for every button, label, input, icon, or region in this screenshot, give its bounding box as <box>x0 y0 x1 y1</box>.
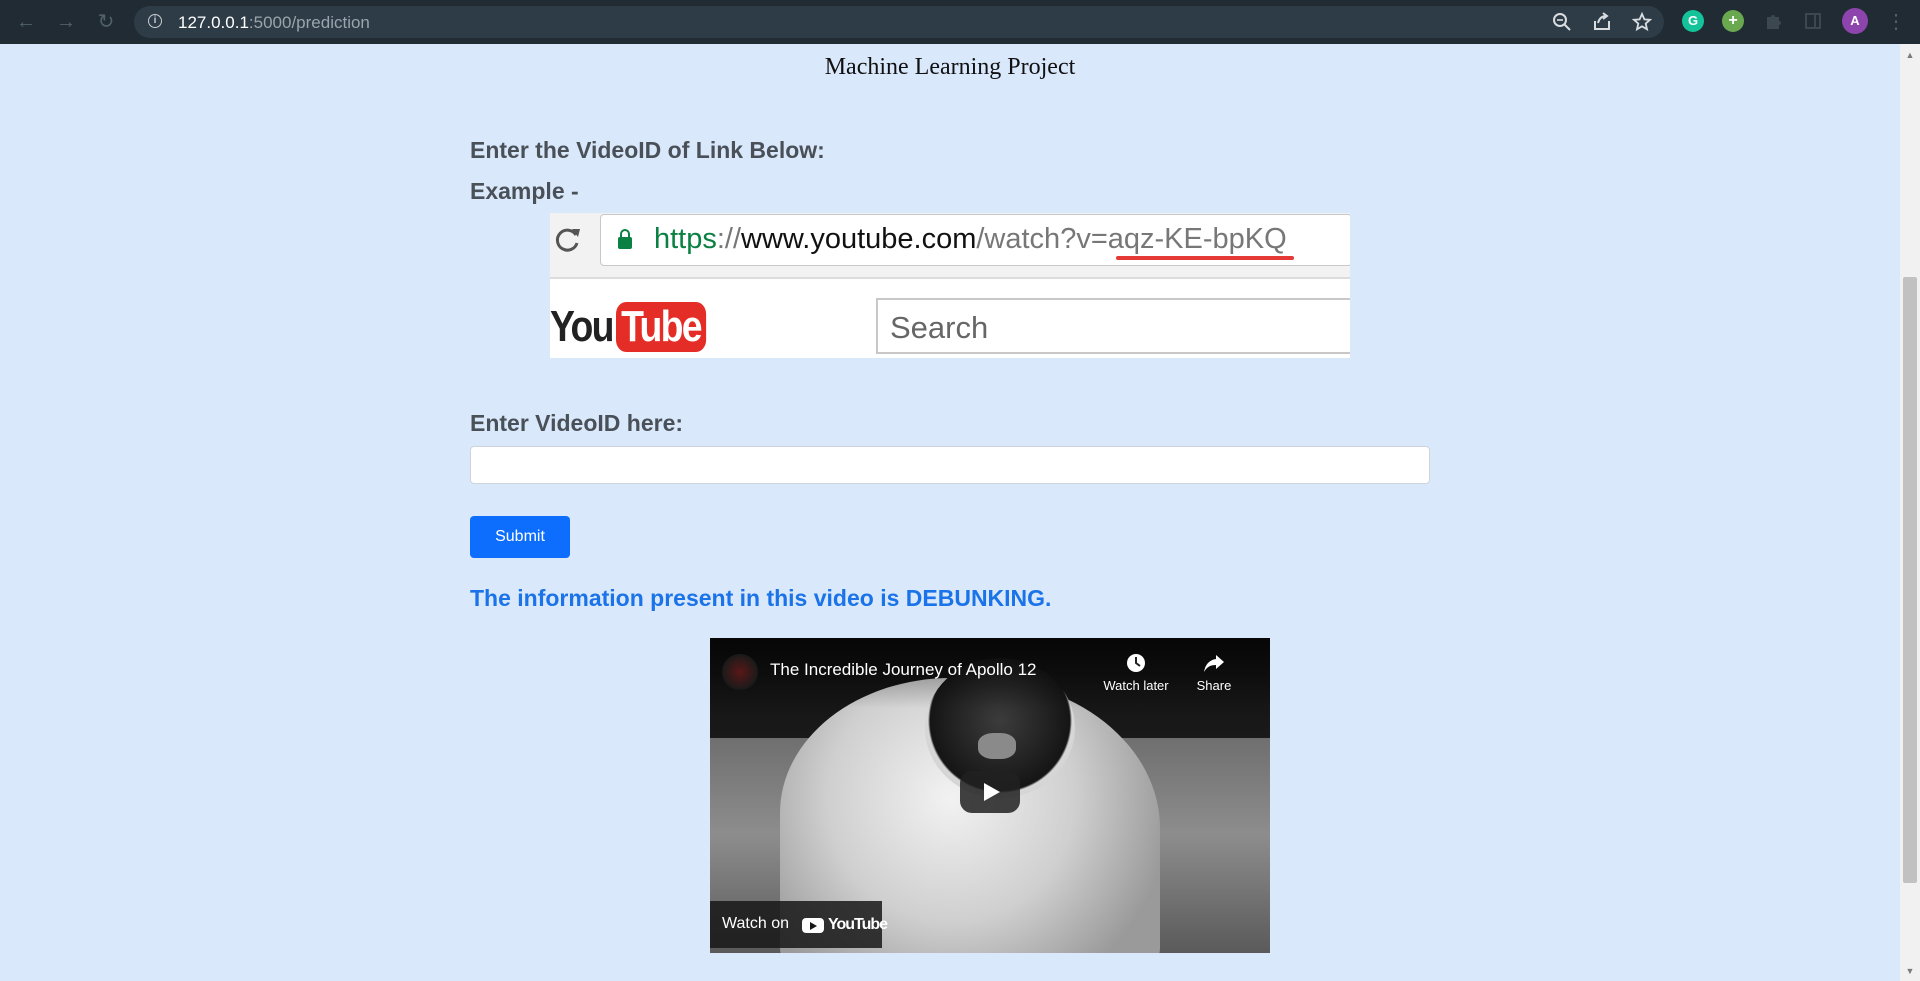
zoom-icon[interactable] <box>1552 12 1572 32</box>
profile-avatar[interactable]: A <box>1842 8 1868 34</box>
youtube-logo: You Tube <box>550 298 722 356</box>
youtube-wordmark: YouTube <box>828 916 888 933</box>
share-button[interactable]: Share <box>1174 652 1254 693</box>
reload-icon[interactable]: ↻ <box>94 10 118 34</box>
example-lock-icon <box>618 229 632 249</box>
watch-on-youtube-button[interactable]: Watch on YouTube <box>710 901 888 948</box>
youtube-play-badge-icon <box>802 918 824 933</box>
videoid-input[interactable] <box>470 446 1430 484</box>
submit-button[interactable]: Submit <box>470 516 570 558</box>
site-info-icon[interactable]: i <box>148 14 162 28</box>
example-url-text: https://www.youtube.com/watch?v=aqz-KE-b… <box>654 223 1287 255</box>
share-label: Share <box>1196 678 1232 693</box>
bookmark-star-icon[interactable] <box>1632 12 1652 32</box>
address-url[interactable]: 127.0.0.1:5000/prediction <box>178 13 370 33</box>
menu-kebab-icon[interactable]: ⋮ <box>1884 10 1908 34</box>
watch-later-label: Watch later <box>1103 678 1169 693</box>
example-image: https://www.youtube.com/watch?v=aqz-KE-b… <box>550 213 1350 358</box>
scroll-down-arrow-icon[interactable]: ▼ <box>1903 964 1917 978</box>
page-title: Machine Learning Project <box>824 54 1076 80</box>
youtube-video-embed[interactable]: The Incredible Journey of Apollo 12 Watc… <box>710 638 1270 953</box>
watch-on-label: Watch on <box>722 915 789 932</box>
youtube-logo-tube: Tube <box>615 302 706 352</box>
youtube-logo-you: You <box>550 302 614 351</box>
videoid-input-label: Enter VideoID here: <box>470 410 684 436</box>
grammarly-extension-icon[interactable]: G <box>1682 10 1704 32</box>
forward-icon[interactable]: → <box>54 10 78 34</box>
example-youtube-search-box: Search <box>876 298 1350 354</box>
play-button-icon[interactable] <box>960 771 1020 813</box>
video-title[interactable]: The Incredible Journey of Apollo 12 <box>770 660 1037 680</box>
address-bar[interactable]: i 127.0.0.1:5000/prediction <box>134 6 1664 38</box>
extensions-puzzle-icon[interactable] <box>1762 10 1784 32</box>
example-reload-icon <box>555 228 580 252</box>
share-arrow-icon <box>1204 655 1224 672</box>
scroll-up-arrow-icon[interactable]: ▲ <box>1903 48 1917 62</box>
side-panel-icon[interactable] <box>1802 10 1824 32</box>
videoid-highlight-underline <box>1116 256 1294 260</box>
scrollbar-thumb[interactable] <box>1903 277 1917 883</box>
prediction-result: The information present in this video is… <box>470 585 1052 611</box>
channel-avatar[interactable] <box>722 654 758 690</box>
example-label: Example - <box>470 178 579 204</box>
enter-videoid-instructions: Enter the VideoID of Link Below: <box>470 137 825 163</box>
clock-icon <box>1127 654 1145 672</box>
video-thumbnail-visor-reflection <box>978 733 1016 759</box>
browser-toolbar: ← → ↻ i 127.0.0.1:5000/prediction G + A … <box>0 0 1920 44</box>
back-icon[interactable]: ← <box>14 10 38 34</box>
example-divider <box>550 277 1350 279</box>
example-search-placeholder: Search <box>890 310 989 345</box>
share-icon[interactable] <box>1592 12 1612 32</box>
watch-later-button[interactable]: Watch later <box>1096 652 1176 693</box>
extension-green-icon[interactable]: + <box>1722 10 1744 32</box>
